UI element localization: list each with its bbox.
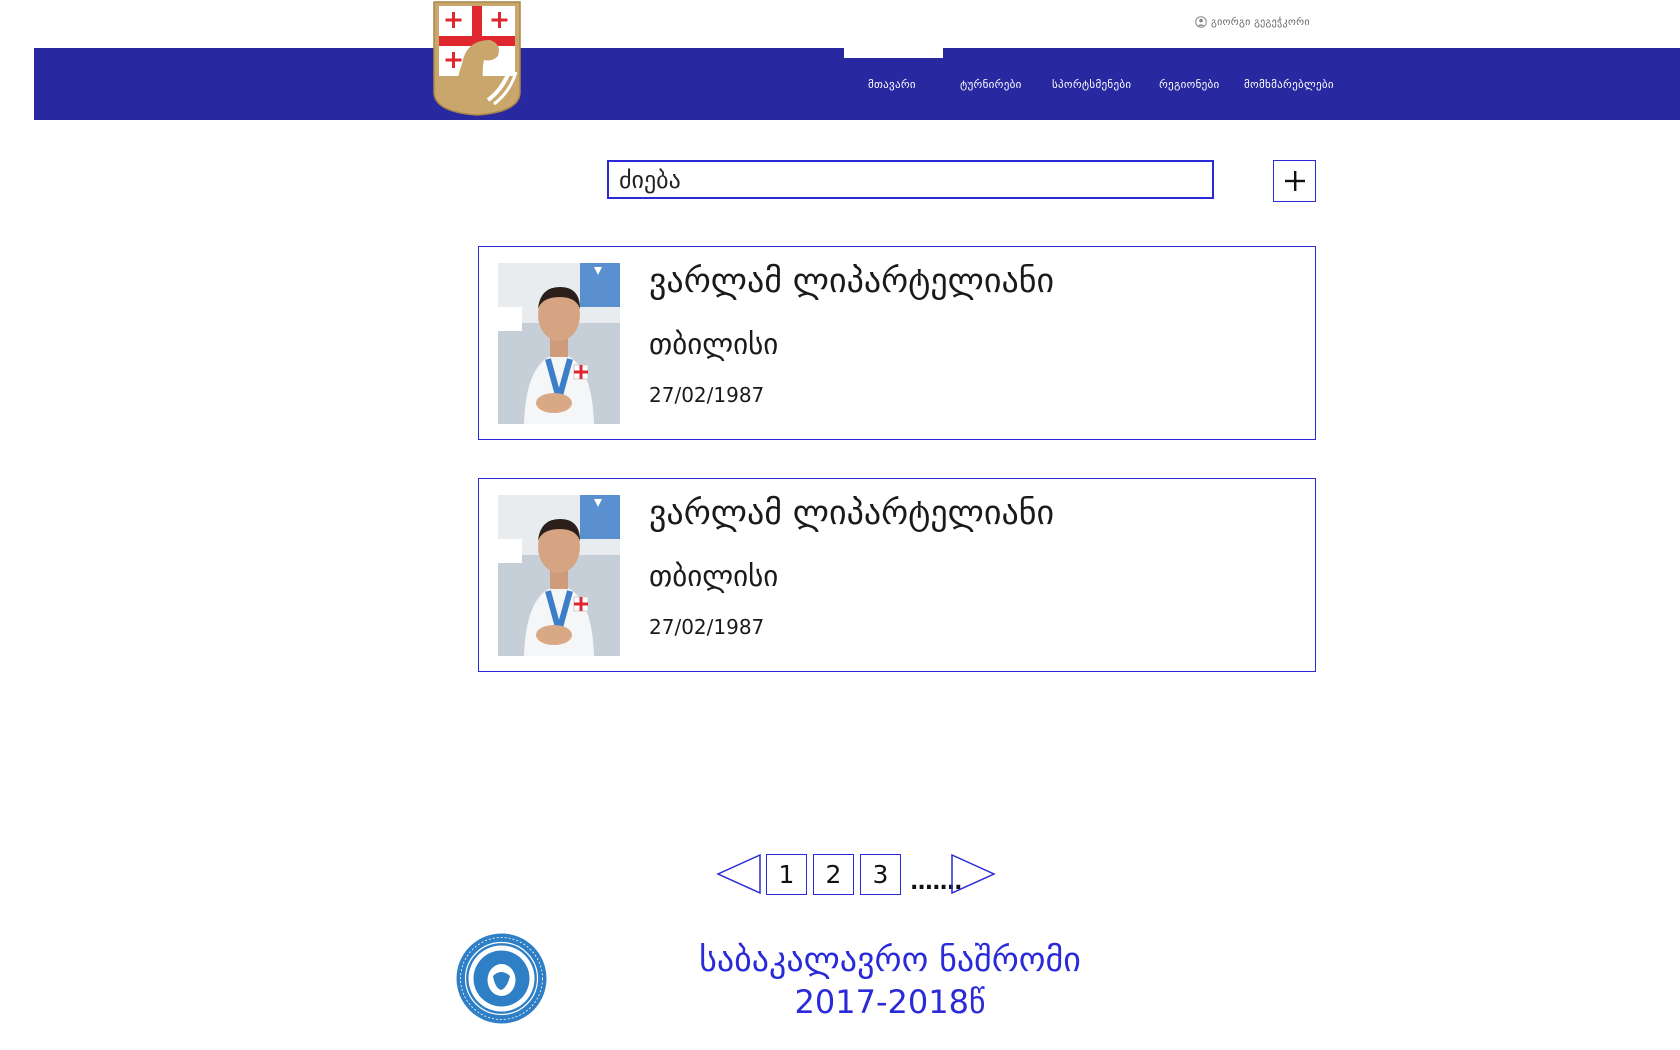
page-button-3[interactable]: 3: [860, 854, 901, 895]
nav-item-regions[interactable]: რეგიონები: [1159, 78, 1220, 91]
athlete-name: ვარლამ ლიპარტელიანი: [649, 493, 1055, 533]
university-seal-logo: [455, 932, 548, 1025]
nav-item-tournaments[interactable]: ტურნირები: [960, 78, 1022, 91]
athlete-city: თბილისი: [649, 327, 779, 361]
footer-title: საბაკალავრო ნაშრომი: [699, 940, 1081, 980]
athlete-card[interactable]: ვარლამ ლიპარტელიანი თბილისი 27/02/1987: [478, 478, 1316, 672]
athlete-name: ვარლამ ლიპარტელიანი: [649, 261, 1055, 301]
nav-item-home[interactable]: მთავარი: [868, 78, 916, 91]
user-icon: [1195, 16, 1207, 28]
footer-year: 2017-2018წ: [794, 983, 986, 1021]
arrow-right-icon: [951, 853, 996, 895]
nav-item-athletes[interactable]: სპორტსმენები: [1052, 78, 1131, 91]
add-athlete-button[interactable]: [1273, 160, 1316, 202]
page-button-2[interactable]: 2: [813, 854, 854, 895]
page-button-1[interactable]: 1: [766, 854, 807, 895]
nav-item-users[interactable]: მომხმარებლები: [1244, 78, 1334, 91]
athlete-birth-date: 27/02/1987: [649, 615, 765, 639]
prev-page-button[interactable]: [716, 853, 762, 899]
athlete-photo: [498, 263, 620, 424]
search-input[interactable]: [607, 160, 1214, 199]
federation-crest-logo[interactable]: [432, 0, 522, 116]
athlete-city: თბილისი: [649, 559, 779, 593]
athlete-card[interactable]: ვარლამ ლიპარტელიანი თბილისი 27/02/1987: [478, 246, 1316, 440]
user-profile-link[interactable]: გიორგი გეგეჭკორი: [1195, 14, 1310, 30]
user-name: გიორგი გეგეჭკორი: [1211, 16, 1310, 28]
athlete-photo: [498, 495, 620, 656]
plus-icon: [1284, 171, 1305, 191]
top-navbar: [34, 48, 1680, 120]
active-tab-indicator: [844, 48, 943, 58]
arrow-left-icon: [716, 853, 761, 895]
next-page-button[interactable]: [950, 853, 996, 899]
athlete-birth-date: 27/02/1987: [649, 383, 765, 407]
